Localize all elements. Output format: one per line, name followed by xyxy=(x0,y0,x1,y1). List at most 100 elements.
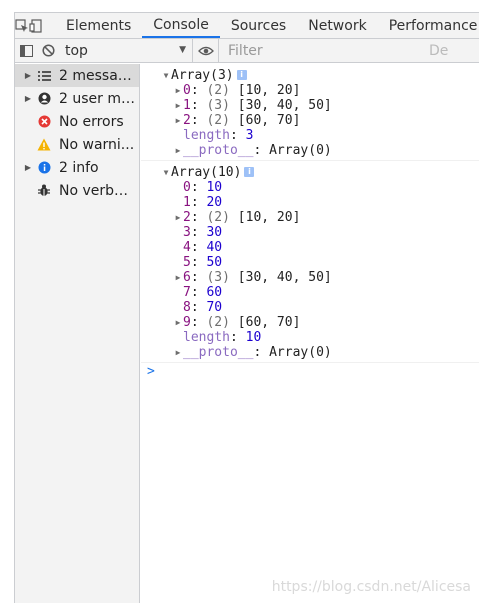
watermark-text: https://blog.csdn.net/Alicesa xyxy=(271,579,471,595)
sidebar-item-label: No verbo... xyxy=(59,182,135,199)
collapse-arrow-icon[interactable]: ▼ xyxy=(161,165,171,180)
sidebar-item-label: No errors xyxy=(59,113,124,130)
tab-elements[interactable]: Elements xyxy=(55,13,142,38)
property-colon: : xyxy=(190,113,207,128)
object-header[interactable]: ▼ Array(3) i xyxy=(141,68,479,83)
bug-icon xyxy=(35,179,53,202)
expand-arrow-icon[interactable]: ▶ xyxy=(21,71,35,80)
expand-arrow-icon[interactable]: ▶ xyxy=(173,83,183,98)
object-preview: Array(10) xyxy=(171,165,242,180)
array-count: (3) xyxy=(206,270,230,285)
property-colon: : xyxy=(190,225,207,240)
tab-console[interactable]: Console xyxy=(142,13,220,38)
property-colon: : xyxy=(190,255,207,270)
console-output: ▼ Array(3) i ▶ 0: (2) [10, 20] ▶ 1: (3) [30,… xyxy=(141,64,479,603)
collapse-arrow-icon[interactable]: ▼ xyxy=(161,68,171,83)
object-property-row[interactable]: ▶ 0: (2) [10, 20] xyxy=(141,83,479,98)
proto-row[interactable]: ▶ __proto__: Array(0) xyxy=(141,345,479,360)
device-toolbar-icon[interactable] xyxy=(29,13,43,38)
user-icon xyxy=(35,87,53,110)
expand-arrow-icon[interactable]: ▶ xyxy=(173,315,183,330)
sidebar-item-errors[interactable]: ▶ No errors xyxy=(15,110,139,133)
proto-row[interactable]: ▶ __proto__: Array(0) xyxy=(141,143,479,158)
property-key: 3 xyxy=(183,225,191,240)
context-selector[interactable]: top ▼ xyxy=(59,38,193,63)
object-property-row[interactable]: ▶ 1: (3) [30, 40, 50] xyxy=(141,98,479,113)
property-value: [30, 40, 50] xyxy=(237,98,332,113)
tab-performance[interactable]: Performance xyxy=(378,13,479,38)
property-colon: : xyxy=(190,285,207,300)
sidebar-item-label: No warni... xyxy=(59,136,135,153)
filter-input[interactable]: Filter De xyxy=(219,39,479,63)
property-colon: : xyxy=(229,128,246,143)
tab-sources[interactable]: Sources xyxy=(220,13,297,38)
length-value: 10 xyxy=(245,330,262,345)
expand-arrow-icon[interactable]: ▶ xyxy=(173,345,183,360)
property-colon: : xyxy=(190,180,207,195)
clear-console-icon[interactable] xyxy=(37,39,59,63)
object-header[interactable]: ▼ Array(10) i xyxy=(141,165,479,180)
expand-arrow-icon[interactable]: ▶ xyxy=(21,163,35,172)
object-property-row: 3: 30 xyxy=(141,225,479,240)
console-toolbar: top ▼ Filter De xyxy=(15,38,479,63)
show-sidebar-icon[interactable] xyxy=(15,39,37,63)
length-row: length: 10 xyxy=(141,330,479,345)
expand-arrow-icon[interactable]: ▶ xyxy=(173,98,183,113)
expand-arrow-icon[interactable]: ▶ xyxy=(173,210,183,225)
sidebar-item-warnings[interactable]: ▶ No warni... xyxy=(15,133,139,156)
console-message: ▼ Array(3) i ▶ 0: (2) [10, 20] ▶ 1: (3) [30,… xyxy=(141,64,479,161)
sidebar-item-info[interactable]: ▶ 2 info xyxy=(15,156,139,179)
object-property-row[interactable]: ▶ 2: (2) [10, 20] xyxy=(141,210,479,225)
proto-key: __proto__ xyxy=(183,345,254,360)
property-colon: : xyxy=(190,270,207,285)
array-count: (3) xyxy=(206,98,230,113)
property-colon: : xyxy=(190,300,207,315)
property-colon: : xyxy=(190,240,207,255)
sidebar-item-verbose[interactable]: ▶ No verbo... xyxy=(15,179,139,202)
property-colon: : xyxy=(190,315,207,330)
object-property-row[interactable]: ▶ 2: (2) [60, 70] xyxy=(141,113,479,128)
info-badge-icon[interactable]: i xyxy=(236,70,247,80)
property-colon: : xyxy=(190,83,207,98)
info-badge-icon[interactable]: i xyxy=(244,167,255,177)
object-property-row: 0: 10 xyxy=(141,180,479,195)
length-row: length: 3 xyxy=(141,128,479,143)
array-count: (2) xyxy=(206,315,230,330)
property-colon: : xyxy=(253,143,270,158)
proto-value: Array(0) xyxy=(269,143,332,158)
property-key: 0 xyxy=(183,83,191,98)
expand-arrow-icon[interactable]: ▶ xyxy=(173,270,183,285)
property-value: 10 xyxy=(206,180,223,195)
expand-arrow-icon[interactable]: ▶ xyxy=(21,94,35,103)
property-value: 30 xyxy=(206,225,223,240)
info-icon xyxy=(35,156,53,179)
expand-arrow-icon[interactable]: ▶ xyxy=(173,143,183,158)
property-value: [60, 70] xyxy=(237,315,301,330)
object-property-row[interactable]: ▶ 6: (3) [30, 40, 50] xyxy=(141,270,479,285)
sidebar-item-user-messages[interactable]: ▶ 2 user me... xyxy=(15,87,139,110)
sidebar-item-messages[interactable]: ▶ 2 messag... xyxy=(15,64,139,87)
proto-key: __proto__ xyxy=(183,143,254,158)
property-value: [10, 20] xyxy=(237,83,301,98)
expand-arrow-icon[interactable]: ▶ xyxy=(173,113,183,128)
property-key: 1 xyxy=(183,98,191,113)
default-levels-label[interactable]: De xyxy=(429,43,448,59)
property-colon: : xyxy=(190,210,207,225)
devtools-window: Elements Console Sources Network Perform… xyxy=(14,12,479,603)
console-prompt-input[interactable]: > xyxy=(141,363,479,381)
property-value: 20 xyxy=(206,195,223,210)
property-value: [60, 70] xyxy=(237,113,301,128)
object-property-row: 8: 70 xyxy=(141,300,479,315)
tab-network[interactable]: Network xyxy=(297,13,377,38)
filter-placeholder: Filter xyxy=(228,42,263,59)
object-property-row[interactable]: ▶ 9: (2) [60, 70] xyxy=(141,315,479,330)
property-key: 2 xyxy=(183,113,191,128)
prompt-chevron-icon: > xyxy=(147,364,155,379)
inspect-element-icon[interactable] xyxy=(15,13,29,38)
live-expression-eye-icon[interactable] xyxy=(193,38,219,63)
array-count: (2) xyxy=(206,210,230,225)
